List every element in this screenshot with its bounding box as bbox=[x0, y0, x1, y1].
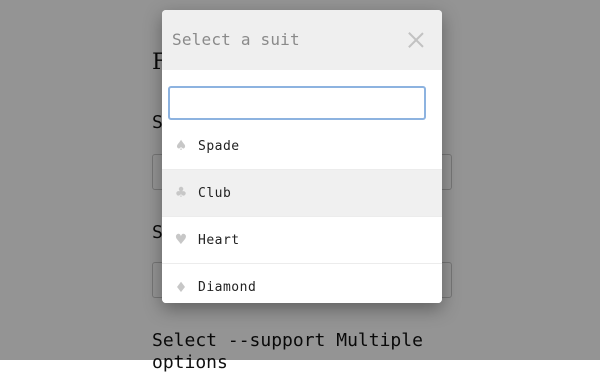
option-label: Spade bbox=[198, 138, 240, 154]
close-icon[interactable] bbox=[406, 30, 426, 50]
search-input[interactable] bbox=[168, 86, 426, 120]
option-list: ♠ Spade ♣ Club ♥ Heart ♦ Diamond bbox=[162, 123, 442, 303]
diamond-icon: ♦ bbox=[174, 279, 188, 296]
option-club[interactable]: ♣ Club bbox=[162, 170, 442, 217]
option-diamond[interactable]: ♦ Diamond bbox=[162, 264, 442, 303]
option-label: Diamond bbox=[198, 280, 257, 295]
suit-select-modal: Select a suit ♠ Spade ♣ Club ♥ Heart ♦ D… bbox=[162, 10, 442, 303]
option-heart[interactable]: ♥ Heart bbox=[162, 217, 442, 264]
heart-icon: ♥ bbox=[174, 232, 188, 248]
spade-icon: ♠ bbox=[174, 138, 188, 154]
option-label: Heart bbox=[198, 232, 240, 248]
club-icon: ♣ bbox=[174, 185, 188, 201]
option-label: Club bbox=[198, 185, 232, 201]
modal-title: Select a suit bbox=[172, 30, 300, 49]
modal-header: Select a suit bbox=[162, 10, 442, 70]
option-spade[interactable]: ♠ Spade bbox=[162, 123, 442, 170]
search-wrapper bbox=[162, 70, 442, 123]
